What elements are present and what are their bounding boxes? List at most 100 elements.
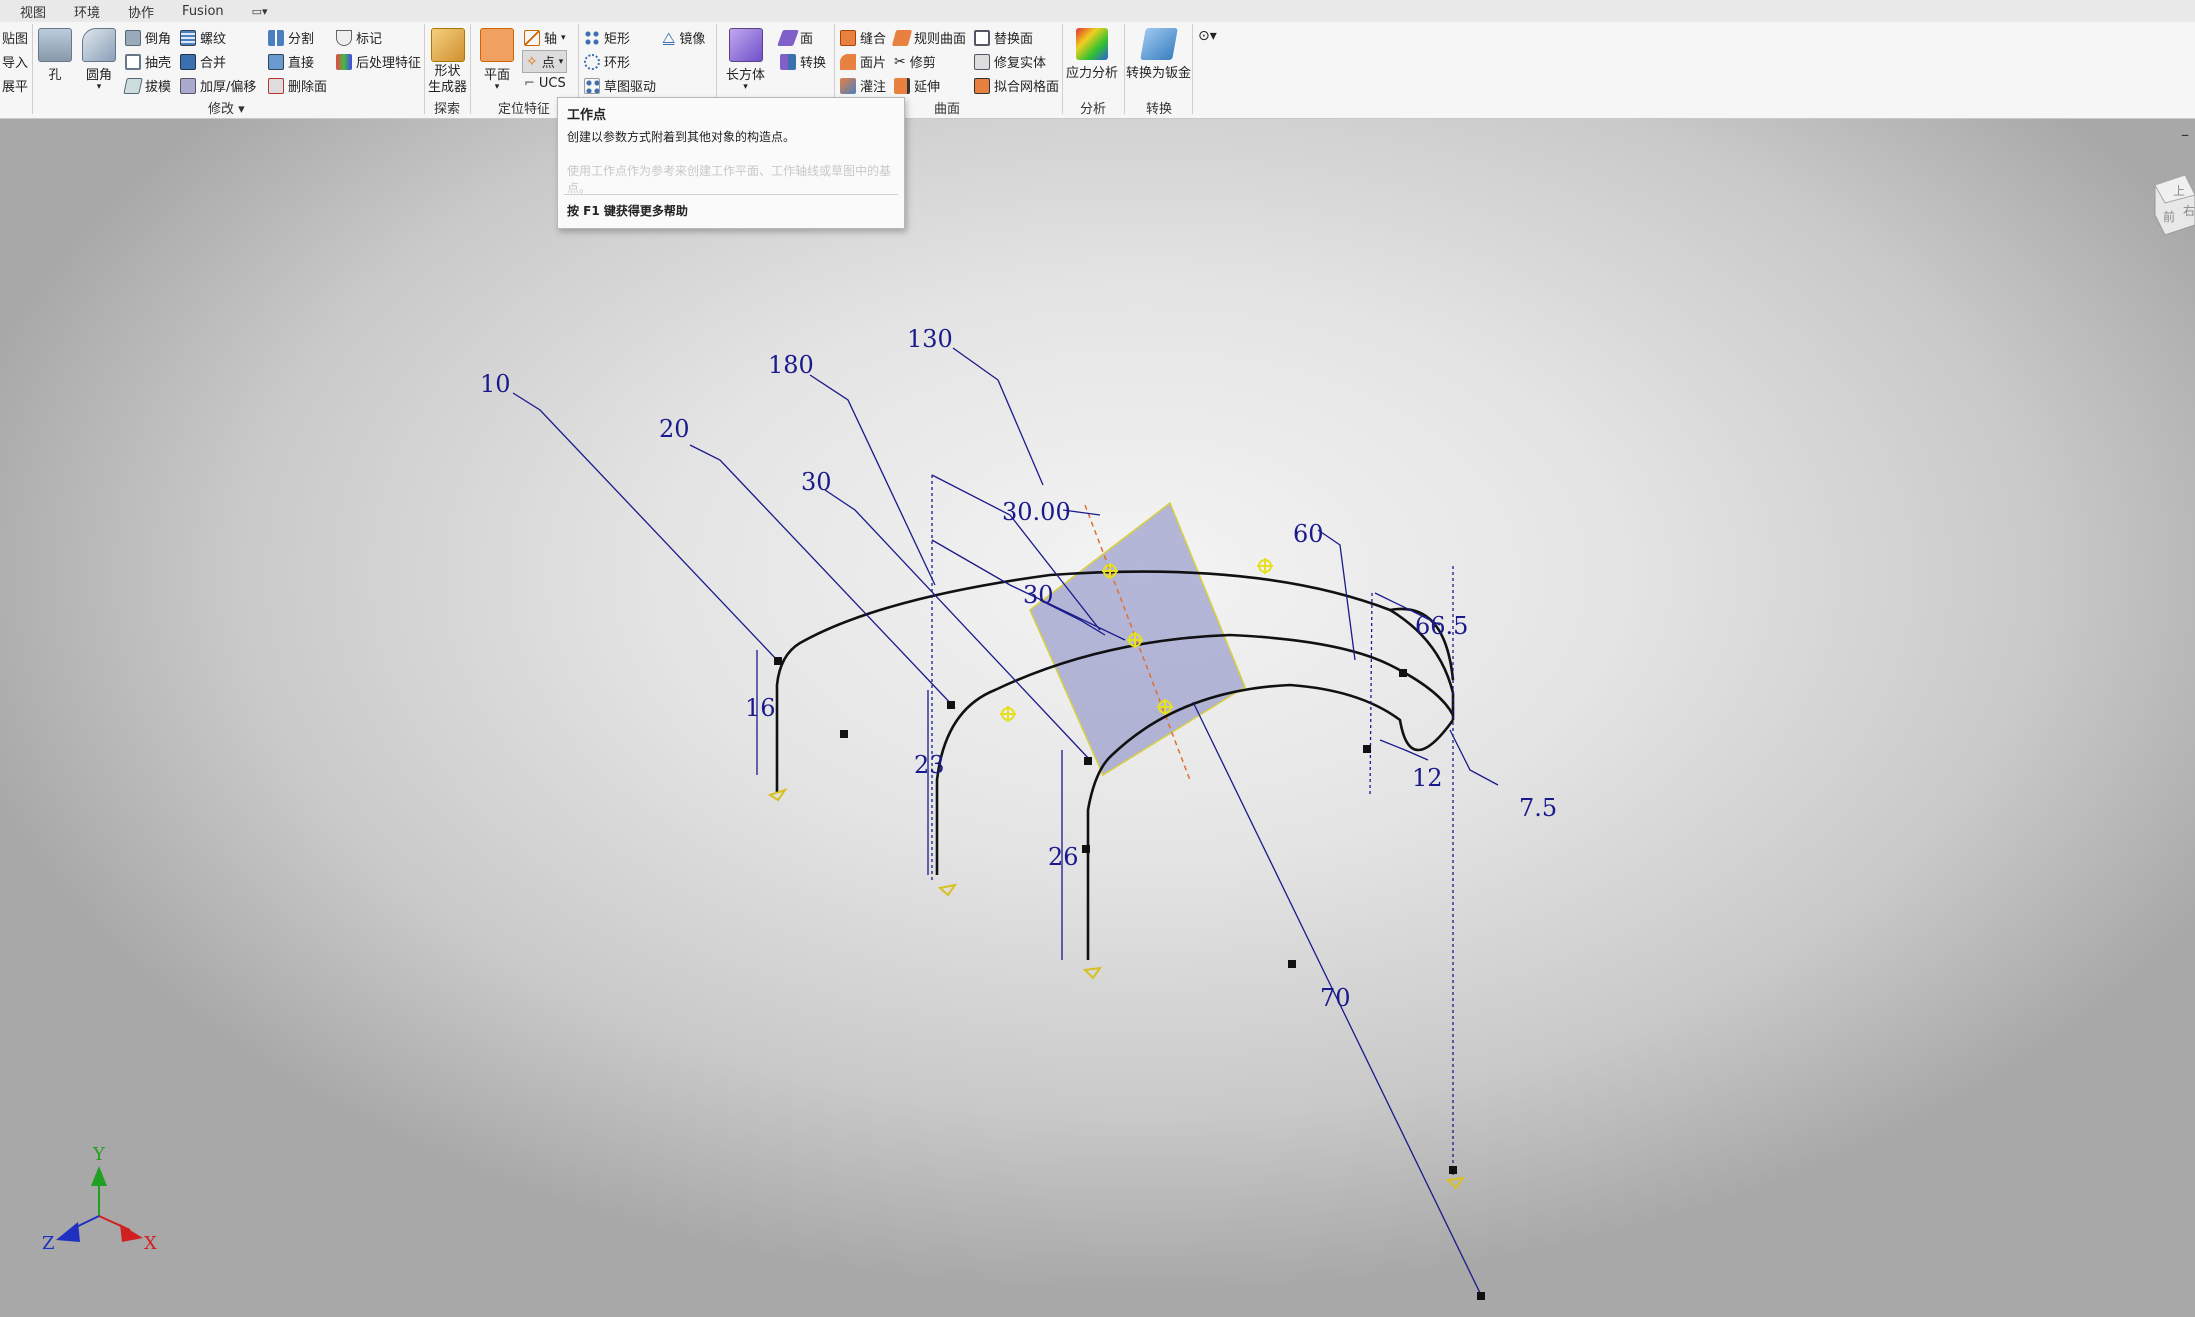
tab-fusion[interactable]: Fusion bbox=[168, 4, 238, 19]
analysis-group-label: 分析 bbox=[1080, 102, 1107, 117]
work-plane-icon bbox=[480, 28, 514, 62]
work-axis-button[interactable]: 轴 ▾ bbox=[524, 28, 566, 47]
patch-label: 面片 bbox=[860, 56, 887, 71]
split-button[interactable]: 分割 bbox=[268, 28, 314, 47]
thread-icon bbox=[180, 29, 196, 46]
decal-button[interactable]: 贴图 bbox=[2, 28, 28, 47]
tooltip-description: 创建以参数方式附着到其他对象的构造点。 bbox=[567, 130, 796, 144]
tab-view[interactable]: 视图 bbox=[0, 2, 60, 21]
dimension-23[interactable]: 23 bbox=[914, 751, 945, 779]
repair-body-icon bbox=[974, 53, 990, 70]
x-axis-arrow-icon bbox=[120, 1224, 143, 1242]
chamfer-label: 倒角 bbox=[145, 32, 172, 47]
thicken-icon bbox=[180, 77, 196, 94]
stitch-button[interactable]: 缝合 bbox=[840, 28, 886, 47]
direct-button[interactable]: 直接 bbox=[268, 52, 314, 71]
draft-button[interactable]: 拔模 bbox=[123, 76, 171, 95]
dimension-10[interactable]: 10 bbox=[480, 370, 511, 398]
fillet-button[interactable]: 圆角 ▾ bbox=[82, 28, 116, 92]
convert-sheetmetal-button[interactable]: 转换为钣金 bbox=[1126, 28, 1191, 81]
dimension-12[interactable]: 12 bbox=[1412, 764, 1443, 792]
work-axis-label: 轴 bbox=[544, 32, 558, 47]
dimension-26[interactable]: 26 bbox=[1048, 843, 1079, 871]
work-point-button[interactable]: ✧ 点 ▾ bbox=[522, 50, 568, 73]
dimension-60[interactable]: 60 bbox=[1293, 520, 1324, 548]
work-plane-label: 平面 bbox=[483, 68, 510, 83]
thread-button[interactable]: 螺纹 bbox=[180, 28, 226, 47]
stress-analysis-button[interactable]: 应力分析 bbox=[1066, 28, 1118, 81]
hole-button[interactable]: 孔 bbox=[38, 28, 72, 83]
unfold-button[interactable]: 展平 bbox=[2, 76, 28, 95]
postprocess-button[interactable]: 后处理特征 bbox=[336, 52, 421, 71]
menu-bar: 视图 环境 协作 Fusion ▭▾ bbox=[0, 0, 2195, 23]
dimension-20[interactable]: 20 bbox=[659, 415, 690, 443]
ruled-surface-button[interactable]: 规则曲面 bbox=[891, 28, 966, 47]
split-icon bbox=[268, 29, 284, 46]
box-button[interactable]: 长方体 ▾ bbox=[726, 28, 765, 92]
shape-generator-button[interactable]: 形状 生成器 bbox=[428, 28, 467, 96]
ucs-label: UCS bbox=[538, 76, 566, 91]
shell-icon bbox=[125, 53, 141, 70]
convert-button[interactable]: 转换 bbox=[780, 52, 826, 71]
shape-generator-icon bbox=[430, 28, 465, 62]
sculpt-label: 灌注 bbox=[860, 80, 887, 95]
shell-button[interactable]: 抽壳 bbox=[125, 52, 171, 71]
dimension-7-5[interactable]: 7.5 bbox=[1519, 794, 1557, 822]
decal-label: 贴图 bbox=[2, 32, 29, 47]
circ-pattern-button[interactable]: 环形 bbox=[584, 52, 630, 71]
replace-face-button[interactable]: 替换面 bbox=[974, 28, 1033, 47]
chamfer-button[interactable]: 倒角 bbox=[125, 28, 171, 47]
work-point-label: 点 bbox=[541, 56, 555, 71]
mark-button[interactable]: 标记 bbox=[336, 28, 382, 47]
dimension-leaders bbox=[512, 347, 1499, 1296]
dimension-180[interactable]: 180 bbox=[768, 351, 814, 379]
work-plane-button[interactable]: 平面 ▾ bbox=[480, 28, 514, 92]
unfold-label: 展平 bbox=[2, 80, 29, 95]
thicken-button[interactable]: 加厚/偏移 bbox=[180, 76, 256, 95]
stress-analysis-label: 应力分析 bbox=[1066, 66, 1119, 81]
ucs-button[interactable]: ⌐ UCS bbox=[524, 76, 566, 91]
tooltip-title: 工作点 bbox=[567, 108, 607, 123]
extend-button[interactable]: 延伸 bbox=[894, 76, 940, 95]
tab-environment[interactable]: 环境 bbox=[60, 2, 114, 21]
sketch-canvas: 10 20 180 130 30 30.00 30 60 66.5 7.5 12… bbox=[42, 325, 1557, 1300]
mark-label: 标记 bbox=[356, 32, 383, 47]
quick-access-dropdown[interactable]: ▭▾ bbox=[238, 5, 282, 18]
dimension-66-5[interactable]: 66.5 bbox=[1415, 612, 1468, 640]
convert-sheetmetal-label: 转换为钣金 bbox=[1126, 66, 1192, 81]
mirror-button[interactable]: ⧋ 镜像 bbox=[662, 28, 705, 48]
dimension-16[interactable]: 16 bbox=[745, 694, 776, 722]
ribbon-options-dropdown[interactable]: ⊙▾ bbox=[1198, 28, 1217, 44]
face-button[interactable]: 面 bbox=[777, 28, 813, 47]
shell-label: 抽壳 bbox=[145, 56, 172, 71]
draft-icon bbox=[123, 77, 143, 94]
import-button[interactable]: 导入 bbox=[2, 52, 28, 71]
direct-label: 直接 bbox=[288, 56, 315, 71]
sculpt-button[interactable]: 灌注 bbox=[840, 76, 886, 95]
postprocess-icon bbox=[336, 53, 352, 70]
extend-label: 延伸 bbox=[914, 80, 941, 95]
split-label: 分割 bbox=[288, 32, 315, 47]
fit-mesh-button[interactable]: 拟合网格面 bbox=[974, 76, 1059, 95]
dimension-30-lower[interactable]: 30 bbox=[1023, 581, 1054, 609]
dimension-30-upper[interactable]: 30 bbox=[801, 468, 832, 496]
dimension-70[interactable]: 70 bbox=[1320, 984, 1351, 1012]
ruled-surface-icon bbox=[891, 29, 913, 46]
patch-button[interactable]: 面片 bbox=[840, 52, 886, 71]
delete-face-button[interactable]: 删除面 bbox=[268, 76, 327, 95]
modify-group-label[interactable]: 修改 ▾ bbox=[208, 98, 245, 117]
repair-body-button[interactable]: 修复实体 bbox=[974, 52, 1046, 71]
mark-icon bbox=[336, 29, 352, 46]
trim-icon: ✂ bbox=[894, 53, 906, 70]
tab-collaborate[interactable]: 协作 bbox=[114, 2, 168, 21]
graphics-viewport[interactable]: – 上 前 右 10 20 180 130 30 30.00 30 60 66.… bbox=[0, 119, 2195, 1317]
combine-button[interactable]: 合并 bbox=[180, 52, 226, 71]
rect-pattern-button[interactable]: 矩形 bbox=[584, 28, 630, 47]
dimension-30-00[interactable]: 30.00 bbox=[1002, 498, 1071, 526]
sketch-drive-button[interactable]: 草图驱动 bbox=[584, 76, 656, 95]
sheetmetal-icon bbox=[1139, 28, 1178, 60]
trim-button[interactable]: ✂ 修剪 bbox=[894, 52, 936, 72]
dimension-130[interactable]: 130 bbox=[907, 325, 953, 353]
combine-icon bbox=[180, 53, 196, 70]
work-axis-icon bbox=[524, 29, 540, 46]
